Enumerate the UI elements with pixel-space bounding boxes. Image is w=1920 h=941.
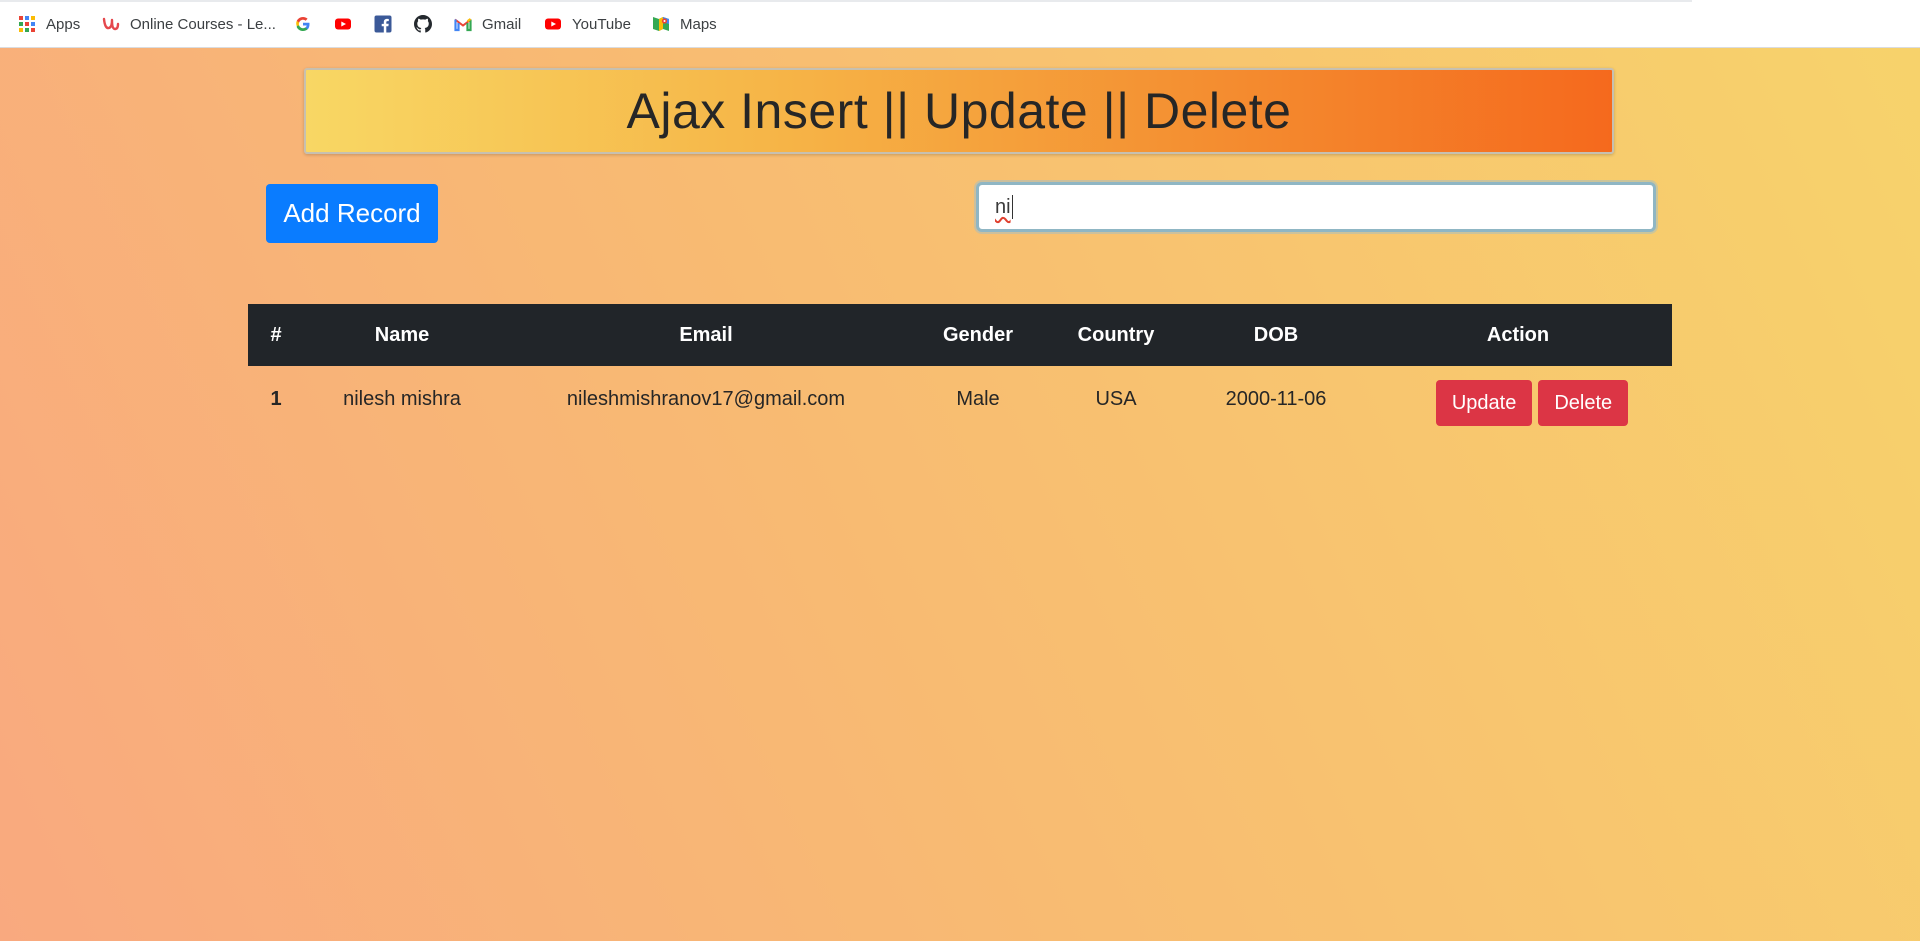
page-title: Ajax Insert || Update || Delete [626, 83, 1292, 139]
cell-gender: Male [956, 387, 1000, 410]
column-header-gender: Gender [942, 323, 1014, 346]
update-button[interactable]: Update [1435, 380, 1533, 426]
column-header-action: Action [1486, 323, 1550, 346]
column-header-country: Country [1077, 323, 1155, 346]
youtube-icon [544, 15, 562, 33]
column-header-name: Name [374, 323, 430, 346]
column-header-index: # [270, 323, 282, 346]
add-record-button[interactable]: Add Record [266, 184, 438, 243]
apps-grid-icon [18, 15, 36, 33]
google-icon [294, 15, 312, 33]
column-header-dob: DOB [1253, 323, 1299, 346]
bookmarks-bar: Apps Online Courses - Le... Gmail YouTub… [0, 0, 1920, 48]
maps-icon [652, 15, 670, 33]
bookmark-youtube[interactable]: YouTube [544, 12, 631, 36]
tab-strip-edge [0, 0, 1692, 2]
bookmark-google[interactable] [294, 12, 312, 36]
table-header-row: # Name Email Gender Country DOB Action [248, 304, 1672, 366]
search-input-value: ni [995, 195, 1011, 218]
bookmark-online-courses[interactable]: Online Courses - Le... [102, 12, 276, 36]
facebook-icon [374, 15, 392, 33]
bookmark-label: Gmail [482, 15, 522, 33]
column-header-email: Email [679, 323, 733, 346]
text-caret [1011, 195, 1013, 219]
bookmark-label: Online Courses - Le... [130, 15, 276, 33]
page-header-banner: Ajax Insert || Update || Delete [304, 68, 1614, 154]
bookmark-label: Maps [680, 15, 717, 33]
bookmark-label: YouTube [572, 15, 631, 33]
cell-dob: 2000-11-06 [1225, 387, 1327, 410]
gmail-icon [454, 15, 472, 33]
cell-country: USA [1095, 387, 1137, 410]
delete-button[interactable]: Delete [1538, 380, 1629, 426]
bookmark-apps[interactable]: Apps [18, 12, 80, 36]
bookmark-maps[interactable]: Maps [652, 12, 717, 36]
udemy-icon [102, 15, 120, 33]
github-icon [414, 15, 432, 33]
row-actions: Update Delete [1364, 380, 1672, 426]
bookmark-youtube-1[interactable] [334, 12, 352, 36]
bookmark-facebook[interactable] [374, 12, 392, 36]
cell-email: nileshmishranov17@gmail.com [566, 387, 846, 410]
bookmark-label: Apps [46, 15, 81, 33]
table-row: 1 nilesh mishra nileshmishranov17@gmail.… [248, 366, 1672, 432]
youtube-icon [334, 15, 352, 33]
bookmark-github[interactable] [414, 12, 432, 36]
cell-name: nilesh mishra [343, 387, 461, 410]
search-input[interactable]: ni [976, 182, 1656, 232]
cell-index: 1 [270, 387, 282, 410]
cell-action: Update Delete [1364, 366, 1672, 432]
bookmark-gmail[interactable]: Gmail [454, 12, 521, 36]
records-table: # Name Email Gender Country DOB Action 1… [248, 304, 1672, 432]
